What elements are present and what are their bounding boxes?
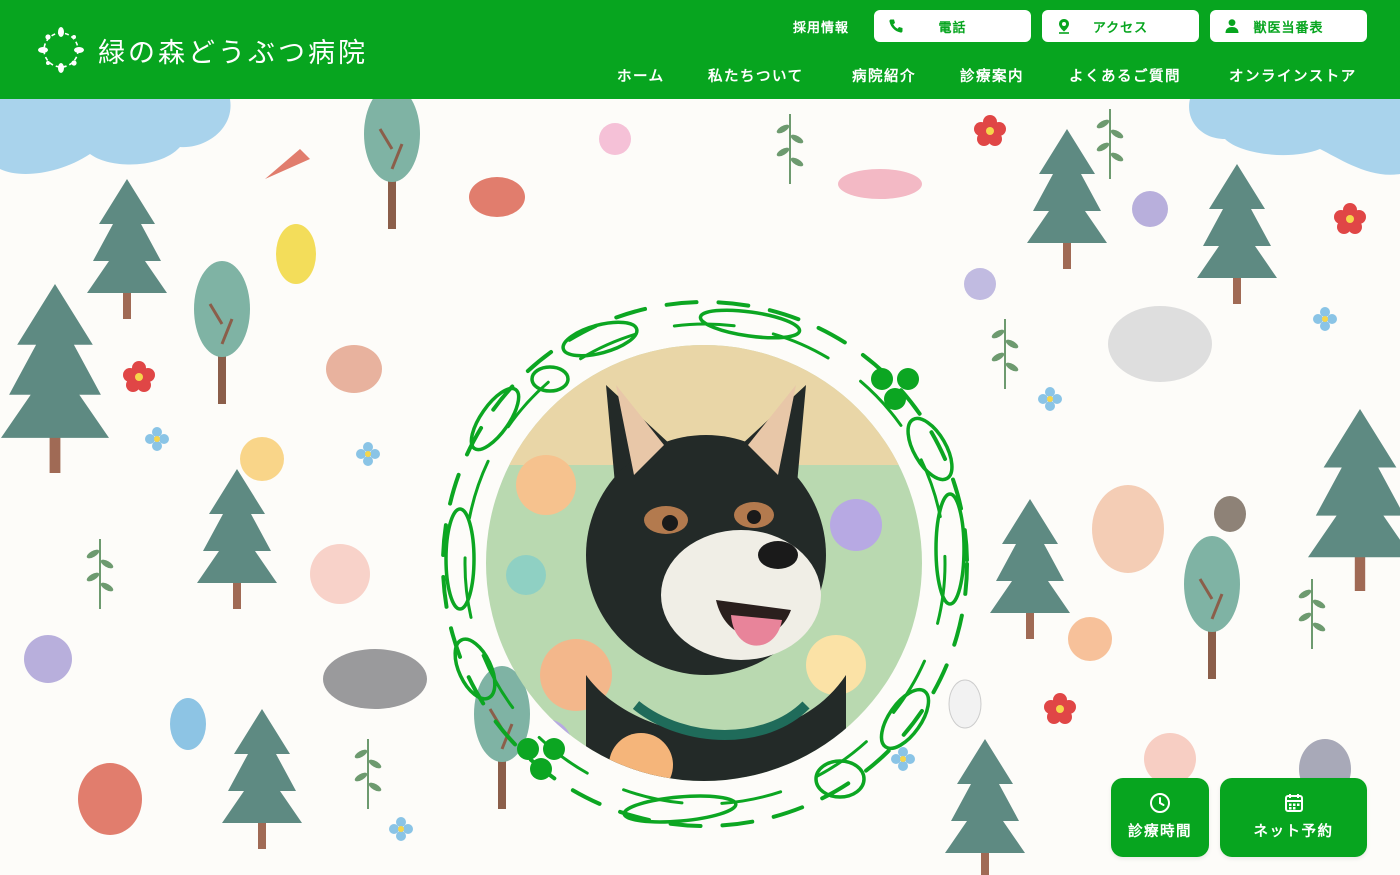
phone-label: 電話 (938, 20, 967, 36)
nav-online-store[interactable]: オンラインストア (1229, 65, 1357, 86)
online-booking-label: ネット予約 (1253, 824, 1334, 840)
clinic-hours-button[interactable]: 診療時間 (1111, 778, 1209, 857)
calendar-icon (1284, 794, 1303, 812)
clock-icon (1150, 793, 1170, 813)
site-header: 緑の森どうぶつ病院 採用情報 電話 アクセス 獣医当番表 ホーム 私たちついて … (0, 0, 1400, 99)
user-icon (1225, 19, 1239, 33)
nav-hospital[interactable]: 病院紹介 (852, 65, 916, 86)
nav-about[interactable]: 私たちついて (708, 65, 804, 86)
hero-photo-frame (420, 279, 990, 849)
hero-illustration (0, 99, 1400, 875)
site-logo[interactable]: 緑の森どうぶつ病院 (38, 27, 368, 73)
map-pin-icon (1059, 19, 1069, 34)
nav-services[interactable]: 診療案内 (960, 65, 1024, 86)
access-button[interactable]: アクセス (1042, 10, 1199, 42)
clinic-hours-label: 診療時間 (1128, 824, 1192, 840)
wreath-logo-icon (38, 27, 84, 73)
site-name: 緑の森どうぶつ病院 (98, 37, 368, 69)
phone-icon (889, 19, 903, 33)
recruit-link[interactable]: 採用情報 (793, 17, 849, 36)
online-booking-button[interactable]: ネット予約 (1220, 778, 1367, 857)
nav-faq[interactable]: よくあるご質問 (1069, 65, 1181, 86)
phone-button[interactable]: 電話 (874, 10, 1031, 42)
access-label: アクセス (1092, 20, 1149, 36)
nav-home[interactable]: ホーム (617, 65, 665, 86)
vet-schedule-label: 獣医当番表 (1253, 20, 1324, 36)
vet-schedule-button[interactable]: 獣医当番表 (1210, 10, 1367, 42)
shiba-inu-photo (486, 345, 922, 781)
